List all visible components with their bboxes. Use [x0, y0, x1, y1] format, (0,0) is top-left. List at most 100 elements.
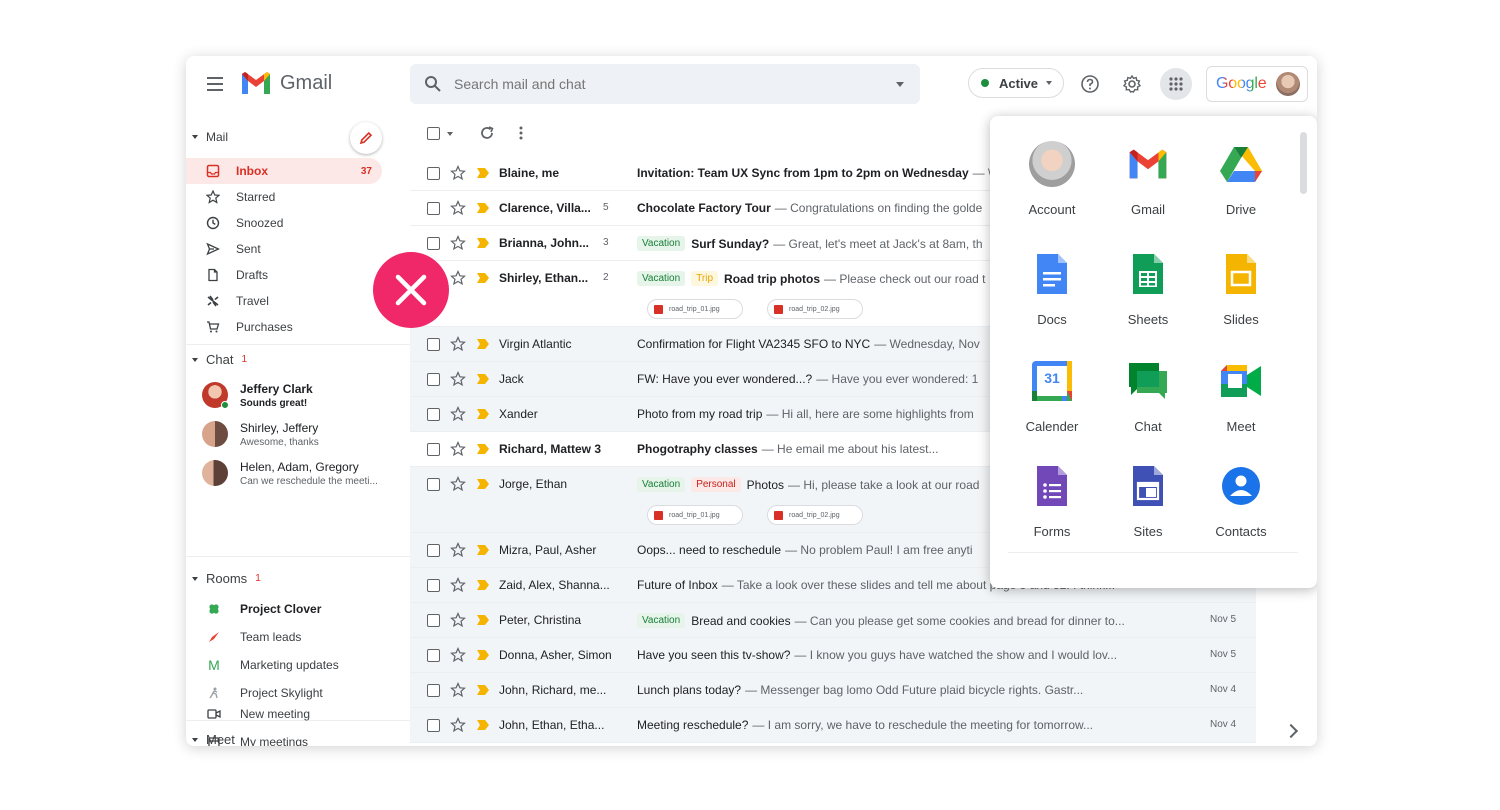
search-options-icon[interactable] — [896, 82, 904, 87]
label-chip[interactable]: Vacation — [637, 613, 686, 628]
mail-row[interactable]: John, Richard, me... Lunch plans today? — … — [410, 673, 1256, 708]
more-vert-icon[interactable] — [518, 125, 524, 141]
label-chip[interactable]: Trip — [691, 271, 719, 286]
app-tile-docs[interactable]: Docs — [1006, 232, 1098, 330]
star-icon[interactable] — [450, 682, 466, 698]
row-checkbox[interactable] — [427, 338, 440, 351]
app-tile-contacts[interactable]: Contacts — [1195, 444, 1287, 542]
apps-scrollbar[interactable] — [1300, 132, 1307, 194]
compose-button[interactable] — [350, 122, 382, 154]
label-chip[interactable]: Vacation — [637, 271, 686, 286]
row-checkbox[interactable] — [427, 684, 440, 697]
important-marker-icon[interactable] — [477, 273, 489, 283]
important-marker-icon[interactable] — [477, 720, 489, 730]
room-item-project-clover[interactable]: Project Clover — [186, 595, 410, 623]
row-checkbox[interactable] — [427, 167, 440, 180]
settings-button[interactable] — [1118, 70, 1146, 98]
search-bar[interactable] — [410, 64, 920, 104]
app-tile-account[interactable]: Account — [1006, 122, 1098, 220]
sidebar-item-snoozed[interactable]: Snoozed — [186, 210, 382, 236]
row-checkbox[interactable] — [427, 408, 440, 421]
star-icon[interactable] — [450, 542, 466, 558]
meet-item-new-meeting[interactable]: New meeting — [186, 700, 410, 728]
sidebar-item-drafts[interactable]: Drafts — [186, 262, 382, 288]
attachment-chip[interactable]: road_trip_02.jpg — [767, 505, 863, 525]
star-icon[interactable] — [450, 200, 466, 216]
row-checkbox[interactable] — [427, 544, 440, 557]
mail-row[interactable]: Donna, Asher, Simon Have you seen this tv… — [410, 638, 1256, 673]
rooms-section-toggle[interactable]: Rooms 1 — [192, 571, 261, 586]
label-chip[interactable]: Vacation — [637, 477, 686, 492]
mail-row[interactable]: Peter, Christina Vacation Bread and cookie… — [410, 603, 1256, 638]
important-marker-icon[interactable] — [477, 580, 489, 590]
row-checkbox[interactable] — [427, 443, 440, 456]
star-icon[interactable] — [450, 577, 466, 593]
chat-item[interactable]: Shirley, Jeffery Awesome, thanks — [186, 415, 410, 453]
attachment-chip[interactable]: road_trip_01.jpg — [647, 505, 743, 525]
star-icon[interactable] — [450, 235, 466, 251]
row-checkbox[interactable] — [427, 373, 440, 386]
label-chip[interactable]: Personal — [691, 477, 741, 492]
important-marker-icon[interactable] — [477, 339, 489, 349]
star-icon[interactable] — [450, 165, 466, 181]
room-item-marketing-updates[interactable]: M Marketing updates — [186, 651, 410, 679]
important-marker-icon[interactable] — [477, 650, 489, 660]
app-tile-calendar[interactable]: 31 Calender — [1006, 339, 1098, 437]
row-checkbox[interactable] — [427, 649, 440, 662]
app-tile-chat[interactable]: Chat — [1102, 339, 1194, 437]
star-icon[interactable] — [450, 371, 466, 387]
help-button[interactable] — [1076, 70, 1104, 98]
google-apps-button[interactable] — [1160, 68, 1192, 100]
sidebar-item-sent[interactable]: Sent — [186, 236, 382, 262]
chat-section-toggle[interactable]: Chat 1 — [192, 352, 247, 367]
important-marker-icon[interactable] — [477, 685, 489, 695]
important-marker-icon[interactable] — [477, 238, 489, 248]
important-marker-icon[interactable] — [477, 479, 489, 489]
star-icon[interactable] — [450, 647, 466, 663]
app-tile-forms[interactable]: Forms — [1006, 444, 1098, 542]
mail-section-toggle[interactable]: Mail — [192, 130, 228, 144]
important-marker-icon[interactable] — [477, 444, 489, 454]
select-all-checkbox[interactable] — [427, 127, 440, 140]
row-checkbox[interactable] — [427, 237, 440, 250]
important-marker-icon[interactable] — [477, 545, 489, 555]
sidebar-item-starred[interactable]: Starred — [186, 184, 382, 210]
star-icon[interactable] — [450, 336, 466, 352]
app-tile-sites[interactable]: Sites — [1102, 444, 1194, 542]
important-marker-icon[interactable] — [477, 168, 489, 178]
attachment-chip[interactable]: road_trip_02.jpg — [767, 299, 863, 319]
gmail-logo[interactable]: Gmail — [240, 70, 332, 96]
attachment-chip[interactable]: road_trip_01.jpg — [647, 299, 743, 319]
star-icon[interactable] — [450, 717, 466, 733]
important-marker-icon[interactable] — [477, 374, 489, 384]
chat-item[interactable]: Helen, Adam, Gregory Can we reschedule th… — [186, 454, 410, 492]
sidebar-item-purchases[interactable]: Purchases — [186, 314, 382, 340]
row-checkbox[interactable] — [427, 478, 440, 491]
app-tile-meet[interactable]: Meet — [1195, 339, 1287, 437]
app-tile-slides[interactable]: Slides — [1195, 232, 1287, 330]
row-checkbox[interactable] — [427, 614, 440, 627]
important-marker-icon[interactable] — [477, 615, 489, 625]
account-chip[interactable]: Google — [1206, 66, 1308, 102]
important-marker-icon[interactable] — [477, 203, 489, 213]
important-marker-icon[interactable] — [477, 409, 489, 419]
sidebar-item-travel[interactable]: Travel — [186, 288, 382, 314]
row-checkbox[interactable] — [427, 719, 440, 732]
star-icon[interactable] — [450, 406, 466, 422]
sidebar-item-inbox[interactable]: Inbox 37 — [186, 158, 382, 184]
label-chip[interactable]: Vacation — [637, 236, 686, 251]
room-item-team-leads[interactable]: Team leads — [186, 623, 410, 651]
user-avatar[interactable] — [1276, 72, 1301, 96]
star-icon[interactable] — [450, 270, 466, 286]
main-menu-icon[interactable] — [204, 73, 226, 95]
row-checkbox[interactable] — [427, 579, 440, 592]
app-tile-gmail[interactable]: Gmail — [1102, 122, 1194, 220]
row-checkbox[interactable] — [427, 202, 440, 215]
refresh-icon[interactable] — [479, 125, 495, 141]
select-options-icon[interactable] — [447, 132, 453, 136]
star-icon[interactable] — [450, 612, 466, 628]
chevron-right-icon[interactable] — [1283, 723, 1299, 739]
status-selector[interactable]: Active — [968, 68, 1064, 98]
star-icon[interactable] — [450, 441, 466, 457]
mail-row[interactable]: John, Ethan, Etha... Meeting reschedule? —… — [410, 708, 1256, 743]
